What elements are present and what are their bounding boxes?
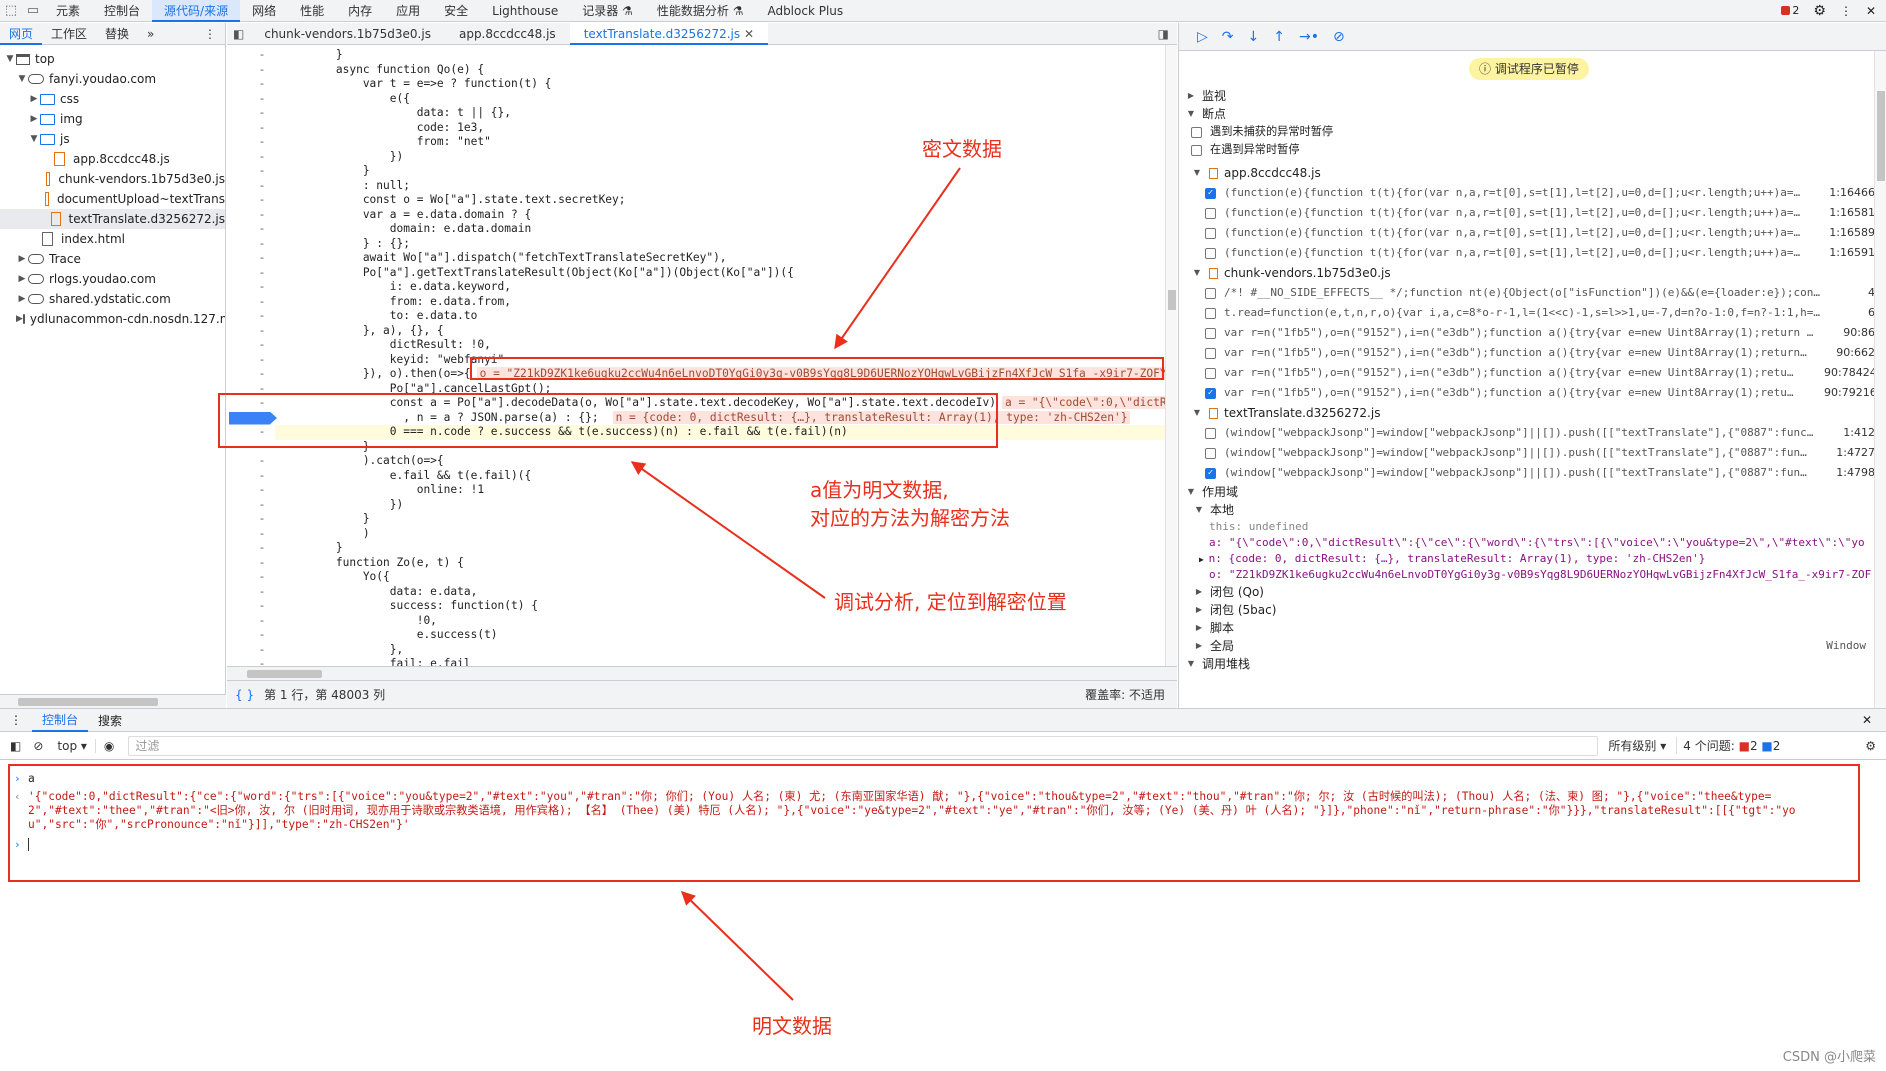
cipher-arrow [834, 167, 961, 350]
annotation-plain-a-2: 对应的方法为解密方法 [810, 506, 1010, 530]
annotation-cipher: 密文数据 [922, 137, 1002, 161]
watermark: CSDN @小爬菜 [1782, 1050, 1876, 1065]
plaintext-highlight-box [8, 764, 1860, 882]
annotation-plain-a-1: a值为明文数据, [810, 478, 949, 502]
cipher-highlight-box [470, 357, 1164, 380]
plain-arrow [680, 891, 794, 1001]
debug-arrow [630, 461, 826, 599]
annotation-plain: 明文数据 [752, 1014, 832, 1038]
annotation-debug: 调试分析, 定位到解密位置 [834, 590, 1067, 614]
decode-highlight-box [218, 393, 998, 448]
